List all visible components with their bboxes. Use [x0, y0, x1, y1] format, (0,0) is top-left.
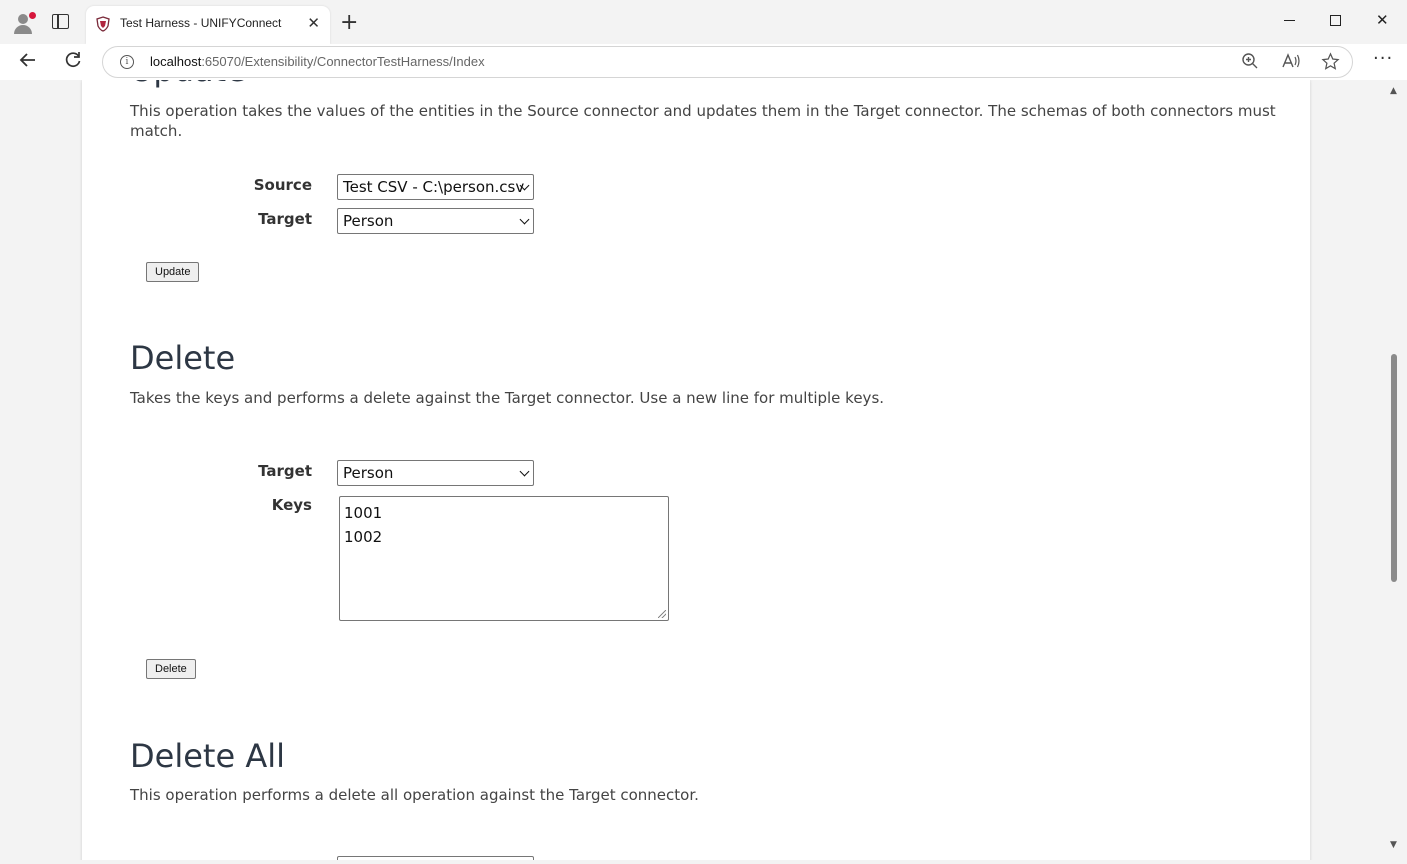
zoom-icon[interactable]	[1241, 52, 1259, 75]
back-arrow-icon[interactable]	[18, 50, 38, 76]
close-window-icon[interactable]: ✕	[1376, 10, 1389, 30]
page-viewport: Update This operation takes the values o…	[0, 80, 1407, 860]
minimize-window-icon[interactable]	[1284, 10, 1295, 30]
delete-all-section: Delete All This operation performs a del…	[130, 737, 1290, 804]
page-scrollbar[interactable]: ▲ ▼	[1388, 80, 1400, 860]
resize-grip-icon[interactable]	[658, 610, 666, 618]
tab-title: Test Harness - UNIFYConnect	[120, 16, 282, 30]
delete-target-label: Target	[258, 462, 312, 480]
scroll-up-arrow-icon[interactable]: ▲	[1390, 86, 1397, 96]
page-content: Update This operation takes the values o…	[82, 80, 1310, 860]
scroll-down-arrow-icon[interactable]: ▼	[1390, 840, 1397, 850]
new-tab-plus-icon[interactable]: +	[340, 12, 358, 34]
delete-all-description: This operation performs a delete all ope…	[130, 786, 699, 804]
close-tab-icon[interactable]: ✕	[307, 14, 320, 32]
update-heading: Update	[130, 80, 1290, 89]
browser-tab-bar: Test Harness - UNIFYConnect ✕ + ✕	[0, 0, 1407, 44]
reload-icon[interactable]	[63, 50, 83, 76]
browser-tab-active[interactable]: Test Harness - UNIFYConnect ✕	[86, 6, 330, 44]
profile-avatar-icon[interactable]	[10, 10, 36, 36]
update-button[interactable]: Update	[146, 262, 200, 282]
chevron-down-icon	[519, 214, 530, 225]
delete-keys-textarea[interactable]: 1001 1002	[339, 496, 669, 621]
address-toolbar: i localhost:65070/Extensibility/Connecto…	[0, 44, 1407, 80]
delete-keys-label: Keys	[271, 496, 312, 514]
url-text[interactable]: localhost:65070/Extensibility/ConnectorT…	[150, 54, 485, 69]
url-bar[interactable]: i localhost:65070/Extensibility/Connecto…	[102, 46, 1353, 78]
shield-favicon-icon	[96, 16, 110, 32]
update-description: This operation takes the values of the e…	[130, 102, 1276, 140]
read-aloud-icon[interactable]	[1281, 52, 1301, 75]
update-section: Update This operation takes the values o…	[130, 80, 1290, 140]
delete-description: Takes the keys and performs a delete aga…	[130, 389, 885, 407]
site-info-icon[interactable]: i	[120, 55, 134, 69]
chevron-down-icon	[519, 466, 530, 477]
key-line: 1002	[344, 528, 383, 546]
update-target-label: Target	[258, 210, 312, 228]
delete-button[interactable]: Delete	[146, 659, 196, 679]
delete-all-target-select[interactable]	[337, 856, 534, 860]
delete-heading: Delete	[130, 339, 236, 377]
update-source-label: Source	[253, 176, 312, 194]
scrollbar-thumb[interactable]	[1391, 354, 1397, 582]
delete-all-heading: Delete All	[130, 737, 285, 775]
update-source-select[interactable]: Test CSV - C:\person.csv	[337, 174, 534, 200]
maximize-window-icon[interactable]	[1330, 10, 1341, 30]
update-target-select[interactable]: Person	[337, 208, 534, 234]
key-line: 1001	[344, 504, 383, 522]
delete-target-select[interactable]: Person	[337, 460, 534, 486]
delete-section: Delete Takes the keys and performs a del…	[130, 339, 1290, 407]
tab-actions-icon[interactable]	[52, 14, 69, 29]
favorite-star-icon[interactable]	[1321, 52, 1340, 76]
more-options-icon[interactable]: ···	[1373, 48, 1393, 69]
